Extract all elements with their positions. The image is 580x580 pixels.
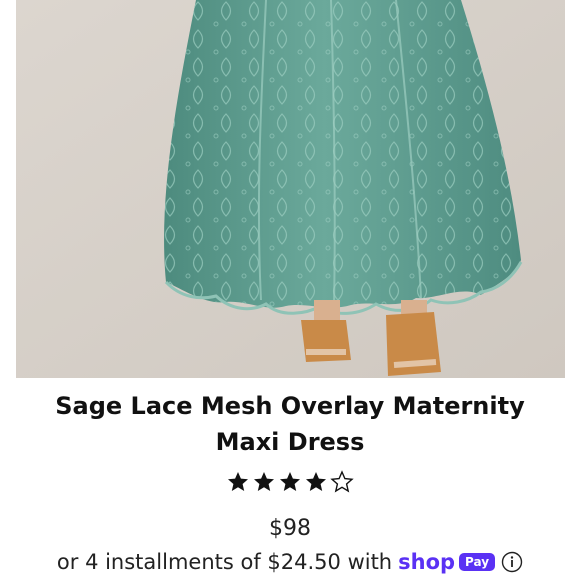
info-icon[interactable] [501, 551, 523, 573]
star-filled-icon [226, 470, 250, 494]
installments-line: or 4 installments of $24.50 with shop Pa… [0, 550, 580, 574]
product-title: Sage Lace Mesh Overlay Maternity Maxi Dr… [55, 392, 525, 456]
star-filled-icon [252, 470, 276, 494]
shop-pay-badge: Pay [459, 553, 496, 571]
star-rating[interactable] [0, 470, 580, 494]
star-filled-icon [278, 470, 302, 494]
product-image[interactable] [16, 0, 565, 378]
star-empty-icon [330, 470, 354, 494]
dress-photo [16, 0, 565, 378]
star-filled-icon [304, 470, 328, 494]
shop-pay-logo-text: shop [398, 550, 456, 574]
product-price: $98 [269, 516, 311, 541]
product-page: Sage Lace Mesh Overlay Maternity Maxi Dr… [0, 0, 580, 580]
installments-text: or 4 installments of $24.50 with [56, 550, 393, 574]
